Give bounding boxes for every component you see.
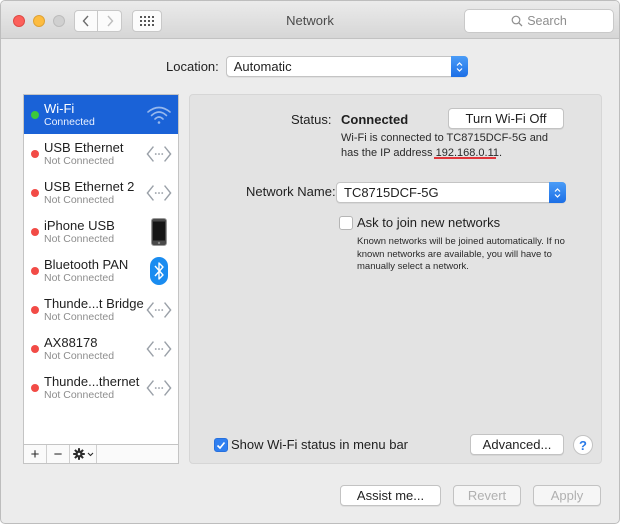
service-status: Not Connected — [44, 272, 115, 284]
service-item[interactable]: Thunde...thernet Not Connected — [24, 368, 178, 407]
service-name: USB Ethernet 2 — [44, 179, 135, 194]
service-name: iPhone USB — [44, 218, 115, 233]
checkmark-icon — [216, 441, 226, 449]
service-item[interactable]: Bluetooth PAN Not Connected — [24, 251, 178, 290]
remove-service-button[interactable]: − — [47, 445, 70, 463]
network-preferences-window: Network Search Location: Automatic Wi-Fi… — [0, 0, 620, 524]
popup-stepper-icon — [450, 56, 468, 77]
location-label: Location: — [166, 59, 219, 74]
popup-stepper-icon — [549, 182, 566, 203]
ethernet-arrows-icon — [146, 141, 172, 167]
status-value: Connected — [341, 112, 409, 127]
add-service-button[interactable]: + — [24, 445, 47, 463]
service-name: Bluetooth PAN — [44, 257, 129, 272]
show-wifi-status-checkbox[interactable] — [214, 438, 228, 452]
help-button[interactable]: ? — [573, 435, 593, 455]
status-dot — [31, 111, 39, 119]
service-item[interactable]: Wi-Fi Connected — [24, 95, 178, 134]
location-row: Location: Automatic — [166, 56, 468, 77]
ask-to-join-checkbox[interactable] — [339, 216, 353, 230]
service-name: Wi-Fi — [44, 101, 75, 116]
ask-to-join-description: Known networks will be joined automatica… — [357, 236, 565, 272]
action-menu-button[interactable] — [70, 445, 97, 463]
status-dot — [31, 306, 39, 314]
wifi-icon — [146, 102, 172, 128]
ask-to-join-label: Ask to join new networks — [357, 215, 501, 230]
status-desc-prefix: has the IP address — [341, 147, 436, 159]
service-list: Wi-Fi Connected USB Ethernet Not Connected U… — [23, 94, 179, 464]
status-dot — [31, 150, 39, 158]
ethernet-arrows-icon — [146, 180, 172, 206]
service-item[interactable]: USB Ethernet Not Connected — [24, 134, 178, 173]
search-icon — [511, 15, 523, 27]
network-name-value: TC8715DCF-5G — [344, 185, 439, 200]
bluetooth-icon — [146, 257, 172, 285]
status-dot — [31, 228, 39, 236]
advanced-button[interactable]: Advanced... — [470, 434, 564, 455]
service-name: AX88178 — [44, 335, 98, 350]
service-name: Thunde...thernet — [44, 374, 140, 389]
chevron-down-icon — [87, 452, 93, 456]
ip-address-underline — [434, 157, 496, 159]
service-item[interactable]: USB Ethernet 2 Not Connected — [24, 173, 178, 212]
service-status: Not Connected — [44, 233, 115, 245]
iphone-icon — [146, 218, 172, 246]
service-item[interactable]: AX88178 Not Connected — [24, 329, 178, 368]
status-dot — [31, 384, 39, 392]
status-dot — [31, 345, 39, 353]
apply-button[interactable]: Apply — [533, 485, 601, 506]
service-status: Connected — [44, 116, 95, 128]
network-name-popup[interactable]: TC8715DCF-5G — [336, 182, 566, 203]
service-list-toolbar: + − — [23, 444, 179, 464]
status-dot — [31, 267, 39, 275]
search-placeholder: Search — [527, 14, 567, 28]
gear-icon — [72, 448, 85, 460]
assist-me-button[interactable]: Assist me... — [340, 485, 441, 506]
service-status: Not Connected — [44, 389, 115, 401]
location-value: Automatic — [233, 59, 292, 74]
ethernet-arrows-icon — [146, 336, 172, 362]
revert-button[interactable]: Revert — [453, 485, 521, 506]
service-status: Not Connected — [44, 350, 115, 362]
network-name-label: Network Name: — [246, 184, 336, 199]
location-popup[interactable]: Automatic — [225, 56, 468, 77]
service-item[interactable]: iPhone USB Not Connected — [24, 212, 178, 251]
ethernet-arrows-icon — [146, 297, 172, 323]
service-name: Thunde...t Bridge — [44, 296, 144, 311]
service-name: USB Ethernet — [44, 140, 124, 155]
show-wifi-status-label: Show Wi-Fi status in menu bar — [231, 437, 409, 452]
status-label: Status: — [291, 112, 332, 127]
service-item[interactable]: Thunde...t Bridge Not Connected — [24, 290, 178, 329]
search-field[interactable]: Search — [464, 9, 614, 33]
turn-wifi-off-button[interactable]: Turn Wi-Fi Off — [448, 108, 564, 129]
service-status: Not Connected — [44, 194, 115, 206]
status-desc-line-1: Wi-Fi is connected to TC8715DCF-5G and — [341, 132, 549, 144]
status-dot — [31, 189, 39, 197]
service-status: Not Connected — [44, 155, 115, 167]
ethernet-arrows-icon — [146, 375, 172, 401]
title-bar: Network Search — [1, 1, 619, 39]
service-status: Not Connected — [44, 311, 115, 323]
